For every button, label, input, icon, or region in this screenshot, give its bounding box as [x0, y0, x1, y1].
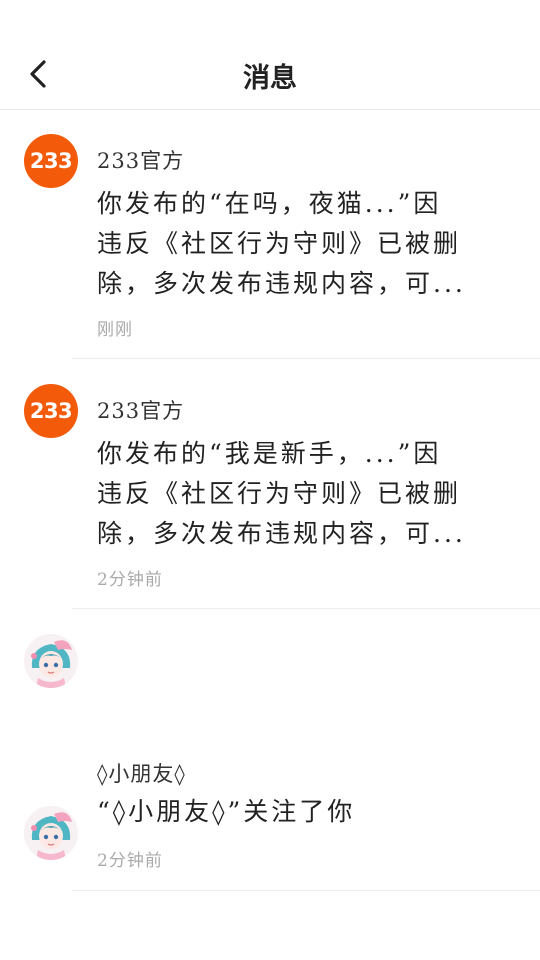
sender-name: 233官方 — [97, 149, 185, 173]
sender-name: 233官方 — [97, 399, 185, 423]
message-line: 除，多次发布违规内容，可... — [97, 519, 466, 548]
message-item[interactable]: 233 233官方 你发布的“我是新手，...”因 违反《社区行为守则》已被删 … — [0, 360, 540, 610]
message-item[interactable] — [0, 782, 540, 954]
girl-avatar-icon — [24, 806, 78, 860]
message-body: 你发布的“在吗，夜猫...”因 违反《社区行为守则》已被删 除，多次发布违规内容… — [97, 184, 482, 304]
message-line: 你发布的“我是新手，...”因 — [97, 439, 442, 468]
timestamp: 2分钟前 — [97, 570, 163, 590]
user-avatar[interactable] — [24, 806, 78, 860]
message-line: 违反《社区行为守则》已被删 — [97, 229, 462, 258]
avatar-233[interactable]: 233 — [24, 384, 78, 438]
top-bar: 消息 — [0, 0, 540, 110]
message-item[interactable]: 233 233官方 你发布的“在吗，夜猫...”因 违反《社区行为守则》已被删 … — [0, 110, 540, 360]
message-body: 你发布的“我是新手，...”因 违反《社区行为守则》已被删 除，多次发布违规内容… — [97, 434, 482, 554]
girl-avatar-icon — [24, 634, 78, 688]
page-title: 消息 — [243, 63, 297, 94]
divider — [72, 358, 540, 359]
message-line: 违反《社区行为守则》已被删 — [97, 479, 462, 508]
user-avatar[interactable] — [24, 634, 78, 688]
message-item[interactable]: ◊小朋友◊ “◊小朋友◊”关注了你 2分钟前 — [0, 610, 540, 891]
message-line: 除，多次发布违规内容，可... — [97, 269, 466, 298]
divider — [72, 608, 540, 609]
timestamp: 刚刚 — [97, 320, 133, 340]
avatar-233[interactable]: 233 — [24, 134, 78, 188]
message-line: 你发布的“在吗，夜猫...”因 — [97, 189, 442, 218]
